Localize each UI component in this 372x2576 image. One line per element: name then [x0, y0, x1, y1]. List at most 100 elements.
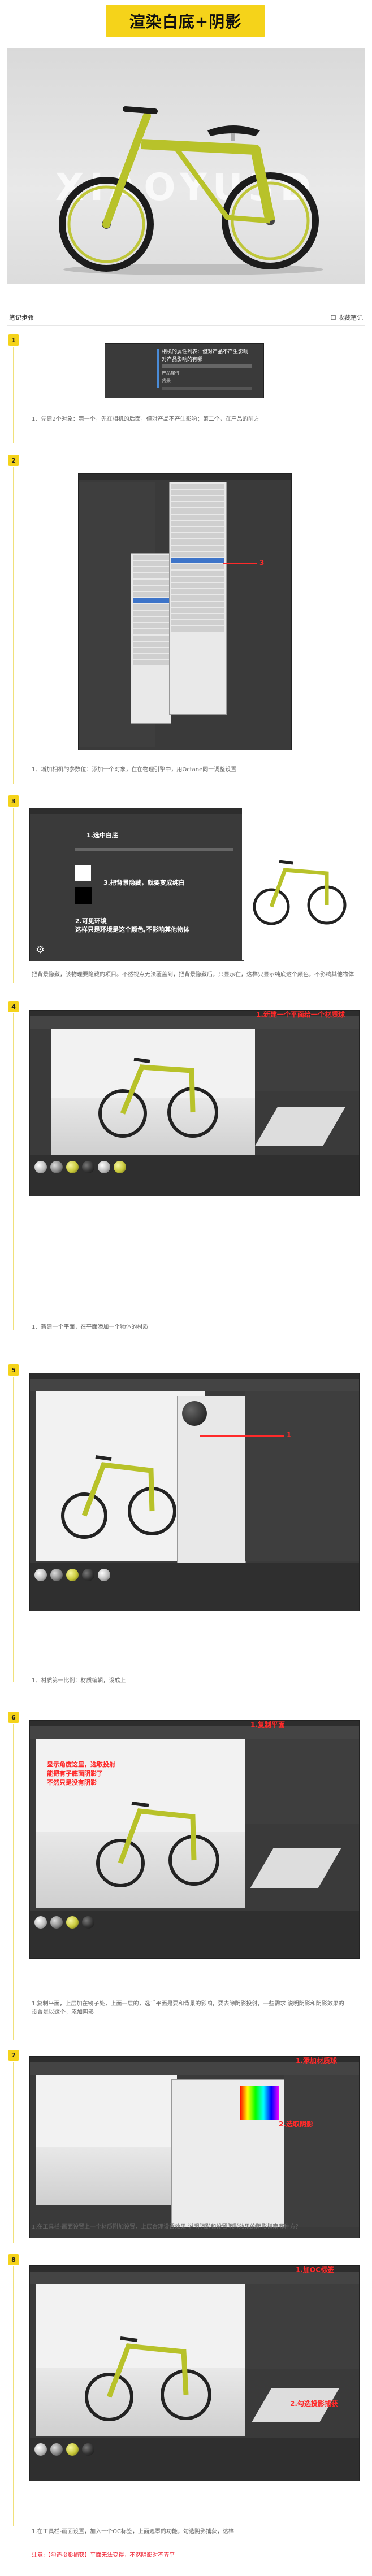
step-caption: 1、新建一个平面，在平面添加一个物体的材质 [32, 1324, 149, 1330]
annotation-label: 1.新建一个平面给一个材质球 [256, 1011, 345, 1019]
step-caption: 1、先建2个对象：第一个，先在相机的后面，但对产品不产生影响；第二个，在产品的前… [32, 416, 259, 423]
step-badge: 4 [8, 1001, 19, 1012]
annotation-hide-bg: 3.把背景隐藏，就要变成纯白 [103, 879, 185, 886]
material-ball[interactable] [98, 1569, 110, 1581]
object-manager-panel[interactable] [245, 2284, 359, 2369]
material-manager[interactable] [30, 2438, 359, 2481]
step-badge: 5 [8, 1364, 19, 1376]
toolbar[interactable] [30, 1726, 359, 1739]
material-ball[interactable] [82, 2443, 94, 2456]
list-row [162, 387, 252, 390]
menu-bar [30, 808, 244, 814]
warning-note: 注意:【勾选投影捕获】平面无法变得，不然阴影对不齐平 [32, 2552, 175, 2558]
gear-icon[interactable]: ⚙ [36, 944, 45, 956]
material-ball[interactable] [50, 1916, 63, 1929]
notes-header: 笔记步骤 ☐ 收藏笔记 [7, 310, 365, 326]
material-preview [182, 1401, 207, 1426]
screenshot-step-4: 1.新建一个平面给一个材质球 [29, 1010, 360, 1196]
step-caption: 1.在工具栏-画面设置上一个材质附加设置，上层合理设置效果 说明阴影和设置阴影效… [32, 2224, 301, 2230]
step-badge: 6 [8, 1712, 19, 1723]
color-swatch[interactable] [75, 865, 91, 881]
step-line [13, 2062, 14, 2243]
toolbar[interactable] [30, 1379, 359, 1391]
step-line [13, 1377, 14, 1682]
material-ball[interactable] [50, 1161, 63, 1173]
material-ball[interactable] [34, 1916, 47, 1929]
menu-title: 相机的属性列表：但对产品不产生影响 [162, 349, 249, 355]
material-manager[interactable] [30, 1911, 359, 1958]
submenu[interactable] [169, 482, 227, 715]
menu-item[interactable]: 产品属性 [162, 370, 180, 376]
bike-illustration [253, 860, 347, 925]
screenshot-step-3: 1.选中白底 3.把背景隐藏，就要变成纯白 2.可见环境 这样只是环境是这个颜色… [29, 808, 244, 961]
material-ball[interactable] [66, 2443, 79, 2456]
material-ball[interactable] [66, 1161, 79, 1173]
material-ball[interactable] [82, 1161, 94, 1173]
step-line [13, 467, 14, 784]
annotation-label: 显示角度这里，选取投射 能把有子底面阴影了 不然只是没有阴影 [47, 1761, 115, 1786]
bookmark-button[interactable]: ☐ 收藏笔记 [331, 313, 363, 322]
step-line [13, 1013, 14, 1330]
hero-image: XIAOYU3D [7, 48, 365, 284]
material-ball[interactable] [34, 1161, 47, 1173]
attribute-panel[interactable] [284, 2075, 359, 2227]
render-preview [242, 808, 358, 960]
ground-plane [36, 2146, 177, 2205]
annotation-arrow [200, 1435, 284, 1437]
render-viewport[interactable] [36, 2284, 245, 2436]
list-row [162, 364, 252, 368]
material-ball[interactable] [34, 1569, 47, 1581]
menu-item[interactable]: 背景 [162, 378, 171, 384]
attribute-panel[interactable] [245, 1391, 359, 1561]
step-badge: 1 [8, 334, 19, 346]
step-caption: 1、材质第一比例：材质编辑，设成上 [32, 1678, 126, 1684]
render-viewport[interactable] [51, 1029, 255, 1155]
bookmark-label: 收藏笔记 [338, 314, 363, 321]
material-ball[interactable] [82, 1916, 94, 1929]
screenshot-step-7: 1.添加材质球 2.选取阴影 [29, 2056, 360, 2238]
material-manager[interactable] [30, 1155, 359, 1196]
annotation-select-white: 1.选中白底 [86, 832, 118, 839]
object-manager-panel[interactable] [245, 1739, 359, 1824]
step-caption: 1.复制平面，上层加在镜子处，上面一层的，选千平面是要和背景的影响，要去除阴影投… [32, 2001, 344, 2016]
material-manager[interactable] [30, 1563, 359, 1611]
context-menu[interactable] [131, 553, 171, 724]
step-badge: 2 [8, 455, 19, 466]
step-line [13, 347, 14, 443]
material-ball[interactable] [114, 1161, 126, 1173]
step-line [13, 2266, 14, 2526]
color-picker[interactable] [240, 2086, 279, 2120]
step-caption: 把背景隐藏，该物理要隐藏的项目。不然视点无法覆盖到，把背景隐藏后，只显示在，这样… [32, 972, 354, 978]
annotation-label: 1 [287, 1431, 292, 1439]
step-badge: 3 [8, 795, 19, 807]
material-ball[interactable] [82, 1569, 94, 1581]
color-swatch[interactable] [75, 887, 92, 904]
annotation-label: 2.选取阴影 [279, 2120, 313, 2128]
menu-bar [30, 1721, 359, 1726]
render-viewport[interactable] [36, 2075, 177, 2205]
step-caption: 1.在工具栏-画面设置，加入一个OC标签，上面遮罩的功能，勾选阴影捕获，这样 [32, 2529, 235, 2535]
material-ball[interactable] [66, 1569, 79, 1581]
screenshot-step-2: 3 [78, 473, 292, 750]
material-ball[interactable] [34, 2443, 47, 2456]
step-badge: 7 [8, 2050, 19, 2061]
bike-illustration [59, 106, 323, 275]
step-caption: 1、增加相机的参数位：添加一个对象，在在物理引擎中，用Octane同一调整设置 [32, 767, 237, 773]
bike-illustration [98, 1058, 218, 1138]
annotation-label: 2.勾选投影捕获 [290, 2400, 338, 2408]
material-ball[interactable] [66, 1916, 79, 1929]
material-ball[interactable] [50, 1569, 63, 1581]
screenshot-step-5: 1 [29, 1373, 360, 1611]
material-editor[interactable] [177, 1396, 246, 1567]
object-manager-panel[interactable] [255, 1029, 359, 1091]
plane-preview [245, 1826, 359, 1908]
material-ball[interactable] [98, 1161, 110, 1173]
material-ball[interactable] [50, 2443, 63, 2456]
material-editor[interactable] [171, 2079, 286, 2227]
step-line [13, 1724, 14, 2040]
menu-sub: 对产品影响的有哪 [162, 357, 203, 363]
annotation-label: 1.添加材质球 [296, 2057, 337, 2065]
bookmark-icon: ☐ [330, 314, 338, 321]
annotation-visible-env: 2.可见环境 这样只是环境是这个颜色,不影响其他物体 [75, 917, 190, 933]
list-row [75, 848, 233, 851]
